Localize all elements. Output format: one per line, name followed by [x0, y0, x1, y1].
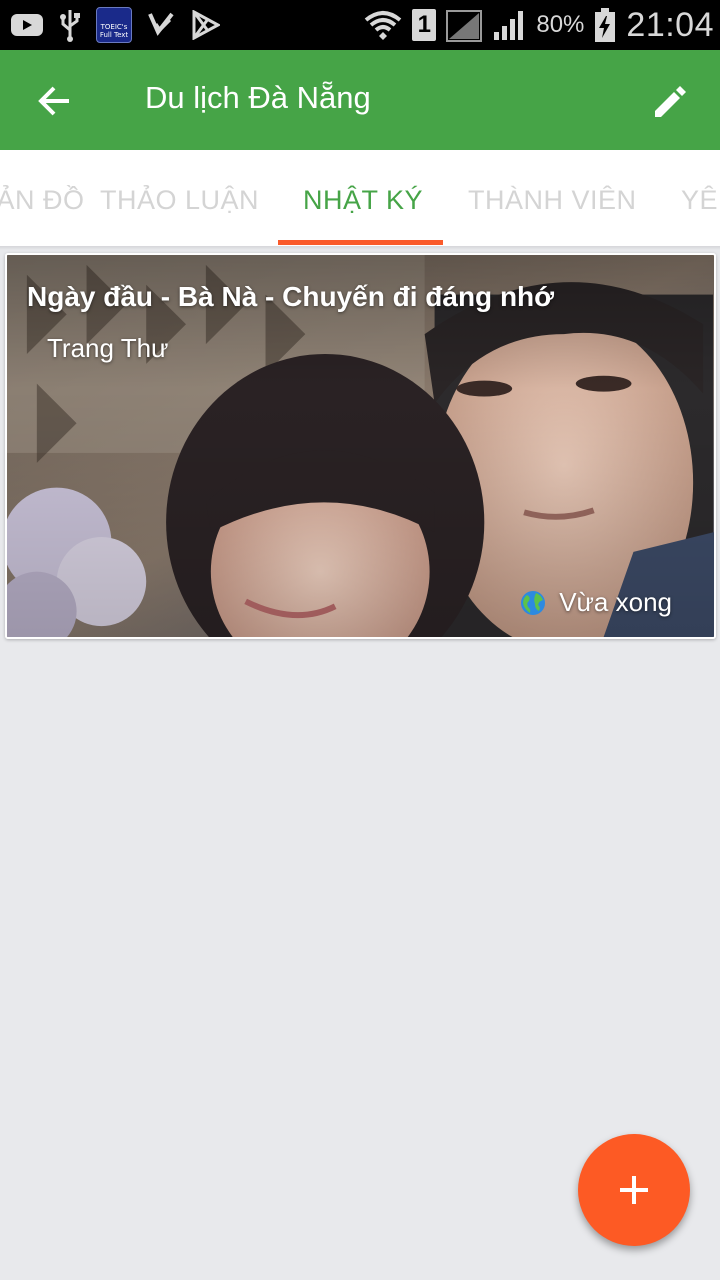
- wifi-icon: [364, 8, 402, 42]
- edit-button[interactable]: [646, 76, 696, 126]
- globe-icon: [521, 590, 546, 615]
- signal-icon: [446, 8, 483, 42]
- page-title: Du lịch Đà Nẵng: [145, 80, 371, 115]
- arrow-back-icon: [38, 86, 69, 116]
- signal-icon: [492, 8, 526, 42]
- journal-entry-title: Ngày đầu - Bà Nà - Chuyến đi đáng nhớ: [27, 281, 555, 312]
- clock: 21:04: [626, 5, 714, 44]
- tab-discussion[interactable]: THẢO LUẬN: [100, 150, 259, 246]
- youtube-icon: [10, 12, 44, 38]
- toeic-app-icon: TOEIC's Full Text: [96, 7, 132, 43]
- journal-entry-card[interactable]: Ngày đầu - Bà Nà - Chuyến đi đáng nhớ Tr…: [5, 253, 716, 639]
- plus-icon: [620, 1176, 648, 1204]
- play-store-icon: [190, 10, 220, 40]
- journal-entry-author: Trang Thư: [47, 333, 169, 363]
- tab-wishlist[interactable]: YÊU: [681, 150, 720, 246]
- screen: TOEIC's Full Text 1 80% 21:04 Du lịch Đà…: [0, 0, 720, 1280]
- tab-bar: BẢN ĐỒ THẢO LUẬN NHẬT KÝ THÀNH VIÊN YÊU: [0, 150, 720, 246]
- tab-bar-shadow: [0, 246, 720, 250]
- checkmark-app-icon: [146, 10, 176, 40]
- tab-indicator: [278, 240, 443, 245]
- journal-entry-time: Vừa xong: [559, 587, 672, 617]
- battery-percent: 80%: [536, 11, 585, 38]
- status-bar: TOEIC's Full Text 1 80% 21:04: [0, 0, 720, 50]
- tab-map[interactable]: BẢN ĐỒ: [0, 150, 85, 246]
- tab-members[interactable]: THÀNH VIÊN: [468, 150, 637, 246]
- pencil-icon: [655, 86, 686, 117]
- battery-charging-icon: [594, 7, 616, 43]
- back-button[interactable]: [30, 76, 80, 126]
- tab-journal[interactable]: NHẬT KÝ: [303, 150, 423, 246]
- journal-entry-meta: Vừa xong: [519, 587, 672, 618]
- app-bar: Du lịch Đà Nẵng: [0, 50, 720, 150]
- sim-slot-badge: 1: [412, 9, 437, 41]
- usb-icon: [58, 8, 82, 42]
- add-entry-button[interactable]: [578, 1134, 690, 1246]
